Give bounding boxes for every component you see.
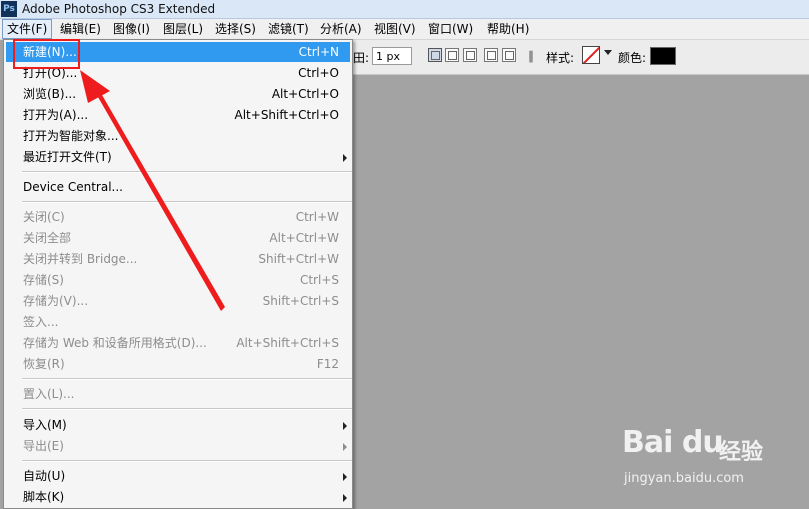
menu-item-shortcut: F12 <box>316 357 339 371</box>
intersect-selection-icon[interactable] <box>484 48 498 62</box>
menu-item-shortcut: Alt+Shift+Ctrl+S <box>236 336 339 350</box>
menu-item-place: 置入(L)... <box>6 384 350 404</box>
options-bar: 田: 1 px ∥ 样式: 颜色: <box>352 40 809 75</box>
menu-item-shortcut: Shift+Ctrl+W <box>258 252 339 266</box>
menu-item-open-as-smart-object[interactable]: 打开为智能对象... <box>6 126 350 146</box>
feather-input[interactable]: 1 px <box>372 47 412 65</box>
menu-separator <box>22 171 352 173</box>
menu-edit[interactable]: 编辑(E) <box>56 20 105 38</box>
menu-item-revert: 恢复(R) F12 <box>6 354 350 374</box>
window-title: Adobe Photoshop CS3 Extended <box>22 2 216 16</box>
menu-item-label: 最近打开文件(T) <box>23 150 112 164</box>
paperclip-icon[interactable]: ∥ <box>528 49 534 63</box>
submenu-arrow-icon <box>343 494 347 502</box>
menu-file[interactable]: 文件(F) <box>2 19 53 39</box>
baidu-logo-text: Bai du <box>622 425 724 460</box>
menu-window[interactable]: 窗口(W) <box>424 20 477 38</box>
menu-item-label: 打开为(A)... <box>23 108 89 122</box>
menu-item-check-in: 签入... <box>6 312 350 332</box>
menu-item-label: 存储为(V)... <box>23 294 89 308</box>
menu-bar: 文件(F) 编辑(E) 图像(I) 图层(L) 选择(S) 滤镜(T) 分析(A… <box>0 19 809 40</box>
menu-item-label: 置入(L)... <box>23 387 75 401</box>
add-selection-icon[interactable] <box>445 48 459 62</box>
menu-item-shortcut: Ctrl+S <box>299 273 339 287</box>
menu-item-export: 导出(E) <box>6 436 350 456</box>
submenu-arrow-icon <box>343 422 347 430</box>
feather-label: 田: <box>353 51 370 65</box>
menu-item-label: 脚本(K) <box>23 490 65 504</box>
menu-item-automate[interactable]: 自动(U) <box>6 466 350 486</box>
dropdown-arrow-icon[interactable] <box>604 50 612 55</box>
menu-help[interactable]: 帮助(H) <box>483 20 533 38</box>
style-label: 样式: <box>546 51 575 65</box>
menu-item-browse[interactable]: 浏览(B)... Alt+Ctrl+O <box>6 84 350 104</box>
submenu-arrow-icon <box>343 443 347 451</box>
menu-separator <box>22 201 352 203</box>
menu-item-label: Device Central... <box>23 180 123 194</box>
photoshop-app-icon[interactable]: Ps <box>1 1 17 17</box>
color-swatch[interactable] <box>650 47 676 65</box>
anti-alias-icon[interactable] <box>502 48 516 62</box>
menu-item-recent-files[interactable]: 最近打开文件(T) <box>6 147 350 167</box>
menu-item-label: 签入... <box>23 315 59 329</box>
file-menu-dropdown: 新建(N)... Ctrl+N 打开(O)... Ctrl+O 浏览(B)...… <box>3 39 353 509</box>
menu-item-shortcut: Alt+Ctrl+O <box>271 87 339 101</box>
menu-item-label: 关闭并转到 Bridge... <box>23 252 138 266</box>
new-selection-icon[interactable] <box>428 48 442 62</box>
menu-item-close-go-bridge: 关闭并转到 Bridge... Shift+Ctrl+W <box>6 249 350 269</box>
menu-item-shortcut: Alt+Ctrl+W <box>269 231 339 245</box>
subtract-selection-icon[interactable] <box>463 48 477 62</box>
menu-item-label: 存储为 Web 和设备所用格式(D)... <box>23 336 207 350</box>
title-bar: Ps Adobe Photoshop CS3 Extended <box>0 0 809 19</box>
menu-item-label: 恢复(R) <box>23 357 65 371</box>
menu-item-import[interactable]: 导入(M) <box>6 415 350 435</box>
annotation-highlight-box <box>13 39 80 69</box>
menu-select[interactable]: 选择(S) <box>211 20 260 38</box>
submenu-arrow-icon <box>343 154 347 162</box>
menu-item-save: 存储(S) Ctrl+S <box>6 270 350 290</box>
menu-item-device-central[interactable]: Device Central... <box>6 177 350 197</box>
no-style-swatch-icon[interactable] <box>582 46 600 64</box>
menu-item-close-all: 关闭全部 Alt+Ctrl+W <box>6 228 350 248</box>
menu-item-label: 关闭(C) <box>23 210 65 224</box>
watermark-url: jingyan.baidu.com <box>624 471 744 486</box>
menu-separator <box>22 460 352 462</box>
color-label: 颜色: <box>618 51 647 65</box>
menu-view[interactable]: 视图(V) <box>370 20 420 38</box>
menu-item-open-as[interactable]: 打开为(A)... Alt+Shift+Ctrl+O <box>6 105 350 125</box>
menu-item-shortcut: Ctrl+W <box>295 210 339 224</box>
menu-item-scripts[interactable]: 脚本(K) <box>6 487 350 507</box>
baidu-watermark: Bai du 经验 jingyan.baidu.com <box>622 425 792 495</box>
menu-item-label: 关闭全部 <box>23 231 72 245</box>
menu-item-shortcut: Shift+Ctrl+S <box>262 294 339 308</box>
menu-layer[interactable]: 图层(L) <box>159 20 207 38</box>
menu-item-save-for-web: 存储为 Web 和设备所用格式(D)... Alt+Shift+Ctrl+S <box>6 333 350 353</box>
submenu-arrow-icon <box>343 473 347 481</box>
menu-item-save-as: 存储为(V)... Shift+Ctrl+S <box>6 291 350 311</box>
menu-item-label: 自动(U) <box>23 469 66 483</box>
menu-item-label: 浏览(B)... <box>23 87 77 101</box>
menu-item-label: 存储(S) <box>23 273 64 287</box>
menu-item-shortcut: Alt+Shift+Ctrl+O <box>234 108 339 122</box>
menu-item-label: 导入(M) <box>23 418 67 432</box>
menu-separator <box>22 378 352 380</box>
menu-filter[interactable]: 滤镜(T) <box>264 20 313 38</box>
menu-item-close: 关闭(C) Ctrl+W <box>6 207 350 227</box>
menu-item-label: 导出(E) <box>23 439 64 453</box>
menu-analysis[interactable]: 分析(A) <box>316 20 366 38</box>
watermark-brand: 经验 <box>719 440 764 465</box>
menu-item-label: 打开为智能对象... <box>23 129 119 143</box>
menu-separator <box>22 408 352 410</box>
menu-image[interactable]: 图像(I) <box>109 20 154 38</box>
menu-item-shortcut: Ctrl+O <box>298 66 339 80</box>
menu-item-shortcut: Ctrl+N <box>298 45 339 59</box>
